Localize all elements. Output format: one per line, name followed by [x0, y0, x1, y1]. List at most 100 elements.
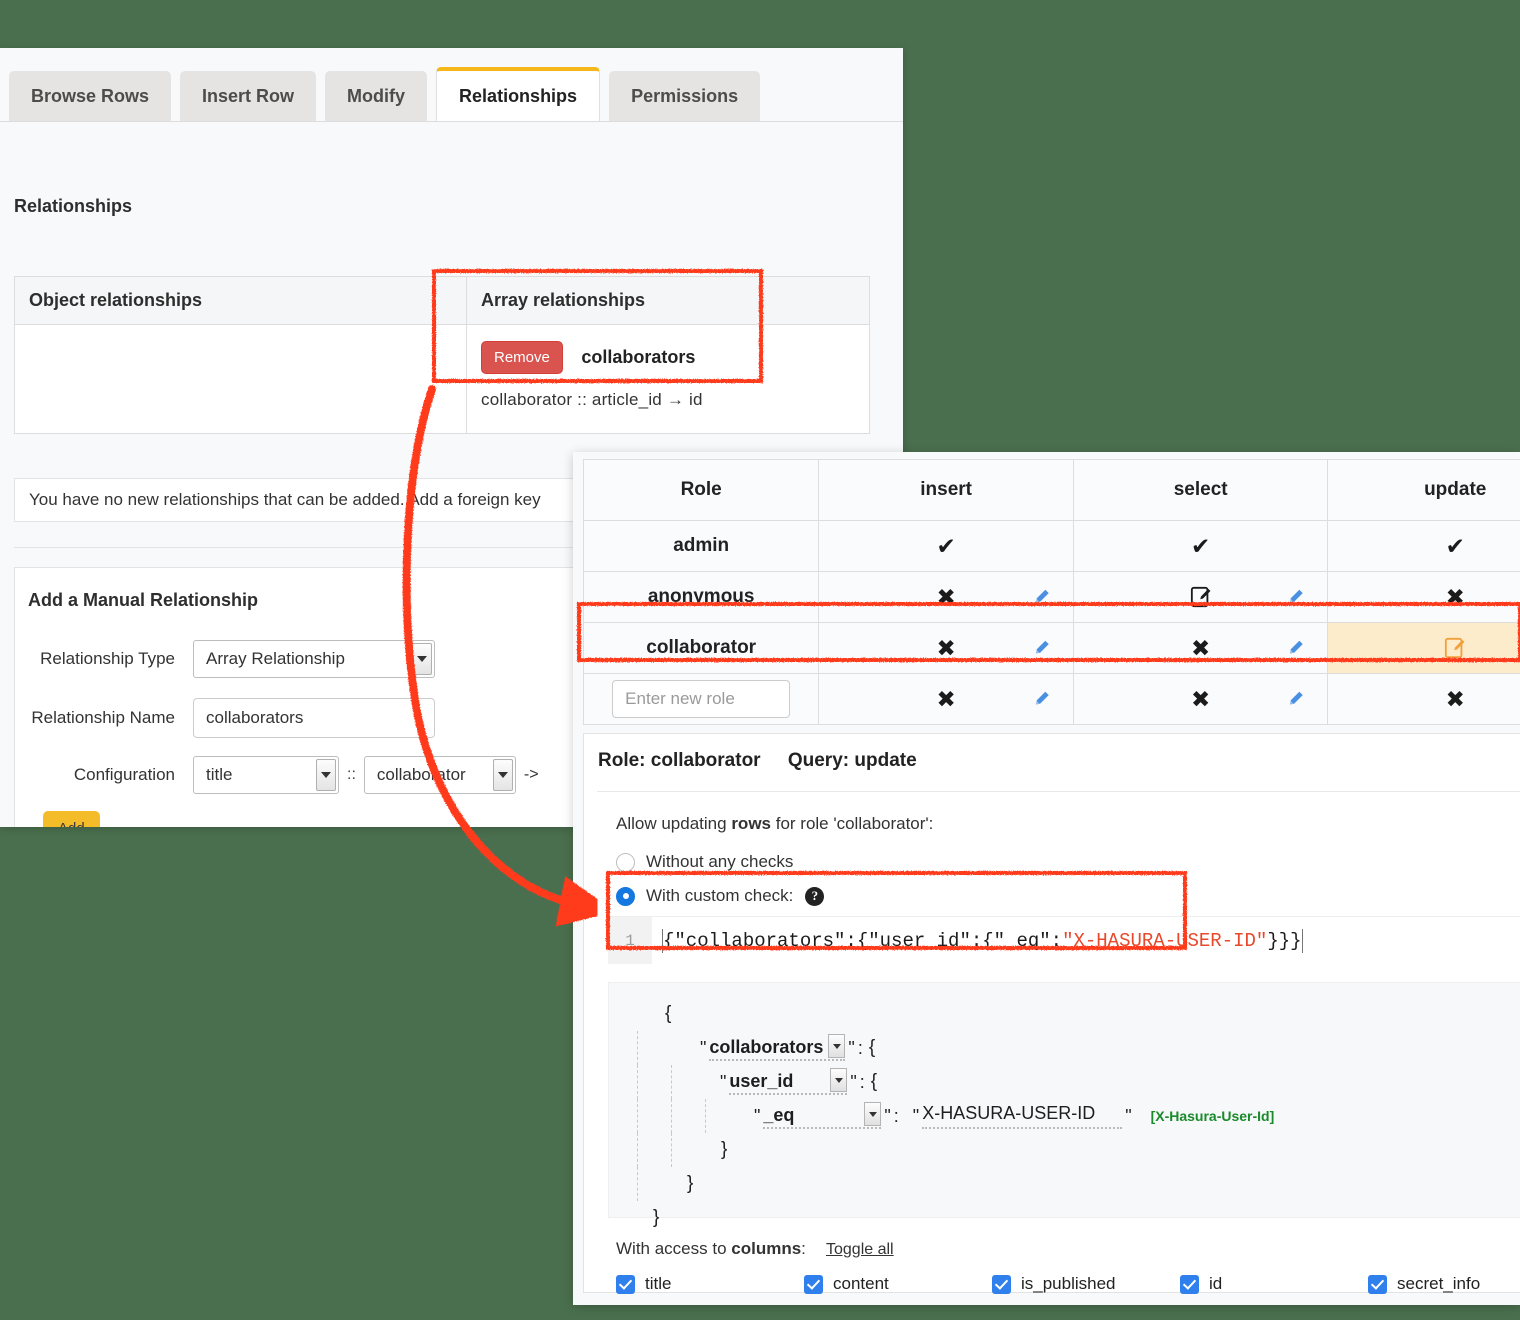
new-role-placeholder: Enter new role — [625, 689, 735, 709]
tab-relationships[interactable]: Relationships — [436, 67, 600, 121]
configuration-separator: :: — [347, 766, 356, 784]
custom-check-code-editor[interactable]: 1 {"collaborators":{"user_id":{"_eq":"X-… — [608, 916, 1520, 964]
pencil-icon[interactable] — [1033, 691, 1050, 708]
code-suffix: }}} — [1267, 930, 1301, 952]
new-role-input[interactable]: Enter new role — [612, 680, 790, 718]
column-header-role: Role — [584, 460, 819, 521]
json-operator-select-eq[interactable]: _eq — [763, 1103, 881, 1129]
column-checkbox-title[interactable]: title — [616, 1274, 804, 1294]
perm-cell-new-insert[interactable] — [819, 674, 1074, 725]
relationship-name-label: Relationship Name — [28, 708, 193, 728]
perm-cell-new-select[interactable] — [1073, 674, 1328, 725]
columns-access-label: With access to columns: — [616, 1239, 806, 1259]
subtitle-pre: Allow updating — [616, 814, 731, 833]
table-row: Remove collaborators collaborator :: art… — [15, 325, 870, 434]
role-cell-new: Enter new role — [584, 674, 819, 725]
column-checkbox-content[interactable]: content — [804, 1274, 992, 1294]
perm-cell-admin-update[interactable] — [1328, 521, 1520, 572]
tab-modify[interactable]: Modify — [325, 71, 427, 121]
manual-relationship-title: Add a Manual Relationship — [28, 590, 258, 611]
chevron-down-icon — [830, 1068, 847, 1092]
tab-label: Permissions — [631, 86, 738, 107]
relationship-name-value: collaborators — [206, 708, 303, 728]
help-icon[interactable]: ? — [805, 887, 824, 906]
configuration-arrow: -> — [524, 766, 539, 784]
role-label: admin — [673, 535, 729, 556]
checkbox-checked-icon[interactable] — [616, 1275, 635, 1294]
remove-relationship-button[interactable]: Remove — [481, 341, 563, 374]
permission-detail-panel: Role: collaborator Query: update Allow u… — [583, 733, 1520, 1293]
screenshot-root: Browse Rows Insert Row Modify Relationsh… — [0, 0, 1520, 1320]
quote-open: " — [913, 1106, 919, 1127]
checkbox-checked-icon[interactable] — [992, 1275, 1011, 1294]
chevron-down-icon — [864, 1102, 881, 1126]
subtitle-bold: rows — [731, 814, 771, 833]
json-value-input[interactable]: X-HASURA-USER-ID — [922, 1103, 1122, 1129]
relationship-name-input[interactable]: collaborators — [193, 698, 435, 738]
column-name: is_published — [1021, 1274, 1116, 1294]
radio-without-any-checks[interactable]: Without any checks — [616, 852, 793, 872]
chevron-down-icon — [412, 643, 432, 675]
perm-cell-anonymous-select[interactable] — [1073, 572, 1328, 623]
tab-insert-row[interactable]: Insert Row — [180, 71, 316, 121]
columns-label-pre: With access to — [616, 1239, 731, 1258]
role-cell-collaborator: collaborator — [584, 623, 819, 674]
column-checkbox-is-published[interactable]: is_published — [992, 1274, 1180, 1294]
checkbox-checked-icon[interactable] — [1368, 1275, 1387, 1294]
table-row: admin — [584, 521, 1520, 572]
table-row: anonymous — [584, 572, 1520, 623]
perm-cell-admin-select[interactable] — [1073, 521, 1328, 572]
page-title: Relationships — [14, 196, 132, 217]
relationship-type-value: Array Relationship — [206, 649, 345, 669]
perm-cell-admin-insert[interactable] — [819, 521, 1074, 572]
add-relationship-button[interactable]: Add — [43, 811, 100, 827]
configuration-table-select[interactable]: collaborator — [364, 756, 516, 794]
perm-cell-collaborator-insert[interactable] — [819, 623, 1074, 674]
radio-label: With custom check: — [646, 886, 793, 906]
json-colon: : — [860, 1072, 865, 1093]
column-name: title — [645, 1274, 671, 1294]
tab-label: Insert Row — [202, 86, 294, 107]
perm-cell-new-update[interactable] — [1328, 674, 1520, 725]
chevron-down-icon — [316, 759, 336, 791]
perm-cell-anonymous-insert[interactable] — [819, 572, 1074, 623]
table-row: Enter new role — [584, 674, 1520, 725]
table-header-row: Object relationships Array relationships — [15, 277, 870, 325]
pencil-icon[interactable] — [1287, 640, 1304, 657]
brace-close: } — [721, 1139, 727, 1161]
tab-browse-rows[interactable]: Browse Rows — [9, 71, 171, 121]
configuration-label: Configuration — [28, 765, 193, 785]
chevron-down-icon — [828, 1034, 845, 1058]
toggle-all-link[interactable]: Toggle all — [826, 1241, 894, 1259]
detail-query-label: Query: update — [788, 750, 917, 771]
relationship-type-select[interactable]: Array Relationship — [193, 640, 435, 678]
json-line-key2: " user_id " : { — [631, 1065, 1520, 1099]
cross-icon — [1446, 688, 1465, 711]
checkbox-checked-icon[interactable] — [1180, 1275, 1199, 1294]
column-checkbox-id[interactable]: id — [1180, 1274, 1368, 1294]
cross-icon — [936, 637, 955, 660]
tab-permissions[interactable]: Permissions — [609, 71, 760, 121]
checkbox-checked-icon[interactable] — [804, 1275, 823, 1294]
object-relationships-cell — [15, 325, 467, 434]
role-cell-admin: admin — [584, 521, 819, 572]
column-checkbox-secret-info[interactable]: secret_info — [1368, 1274, 1520, 1294]
perm-cell-anonymous-update[interactable] — [1328, 572, 1520, 623]
pencil-icon[interactable] — [1033, 589, 1050, 606]
code-line[interactable]: {"collaborators":{"user_id":{"_eq":"X-HA… — [652, 917, 1520, 964]
tab-label: Relationships — [459, 86, 577, 107]
pencil-icon[interactable] — [1287, 691, 1304, 708]
json-key-select-collaborators[interactable]: collaborators — [709, 1035, 845, 1061]
perm-cell-collaborator-update[interactable] — [1328, 623, 1520, 674]
array-relationship-entry: Remove collaborators collaborator :: art… — [467, 325, 869, 410]
quote-open: " — [720, 1072, 726, 1093]
permission-detail-header: Role: collaborator Query: update — [598, 750, 917, 772]
radio-with-custom-check[interactable]: With custom check: ? — [616, 886, 824, 906]
pencil-icon[interactable] — [1287, 589, 1304, 606]
json-key-select-user-id[interactable]: user_id — [729, 1069, 847, 1095]
perm-cell-collaborator-select[interactable] — [1073, 623, 1328, 674]
brace-open: { — [869, 1037, 875, 1059]
configuration-column-select[interactable]: title — [193, 756, 339, 794]
cross-icon — [936, 688, 955, 711]
pencil-icon[interactable] — [1033, 640, 1050, 657]
